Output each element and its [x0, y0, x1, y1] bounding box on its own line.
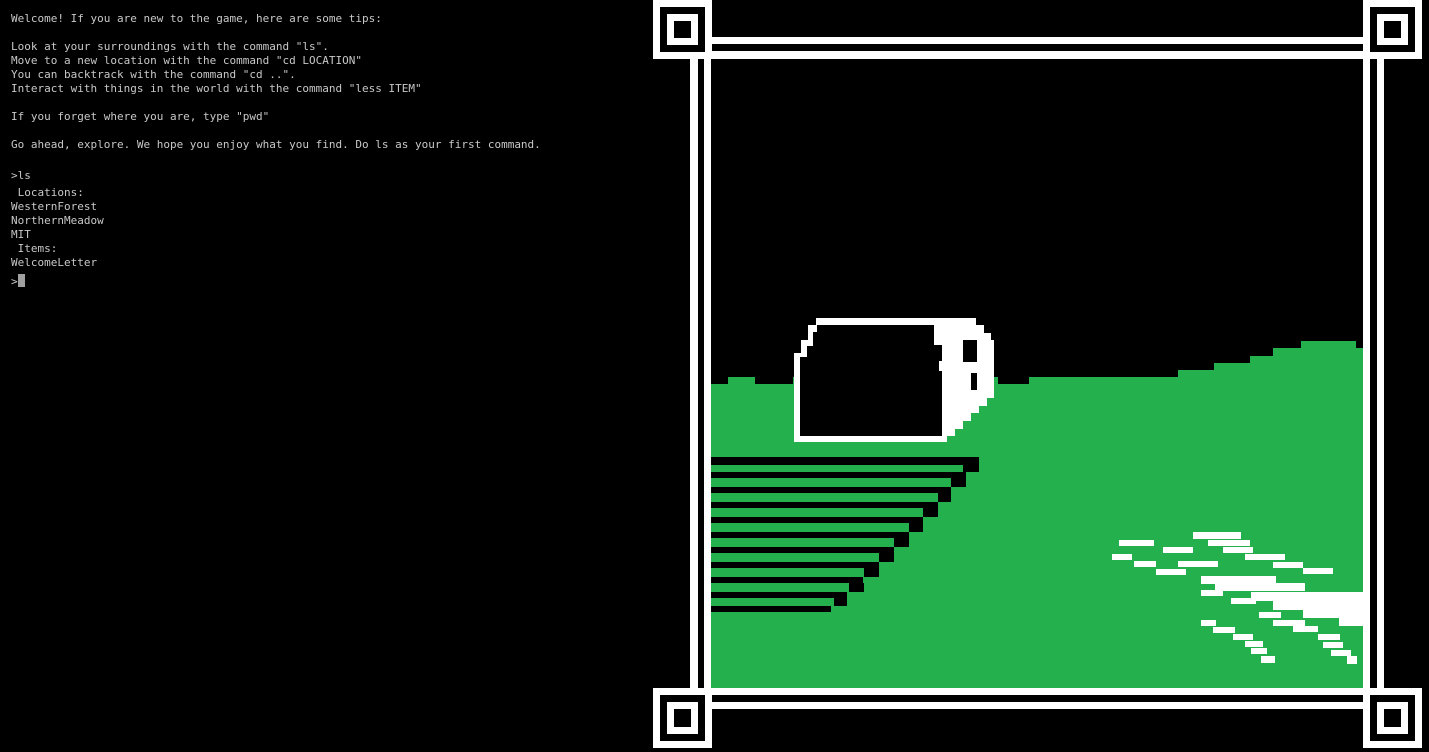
location-item: WesternForest — [11, 200, 98, 213]
prompt-symbol: > — [11, 275, 18, 288]
tip-cd-line: Move to a new location with the command … — [11, 54, 362, 67]
intro-welcome-line: Welcome! If you are new to the game, her… — [11, 12, 382, 25]
frame-corner-top-right — [1363, 0, 1422, 59]
inventory-item: WelcomeLetter — [11, 256, 98, 269]
command-echo: >ls — [11, 169, 31, 182]
locations-header: Locations: — [11, 186, 84, 199]
location-item: MIT — [11, 228, 31, 241]
tip-backtrack-line: You can backtrack with the command "cd .… — [11, 68, 296, 81]
tip-ls-line: Look at your surroundings with the comma… — [11, 40, 329, 53]
frame-corner-top-left — [653, 0, 712, 59]
items-header: Items: — [11, 242, 58, 255]
command-input[interactable]: > — [11, 274, 25, 289]
intro-explore-line: Go ahead, explore. We hope you enjoy wha… — [11, 138, 541, 151]
location-item: NorthernMeadow — [11, 214, 104, 227]
tip-pwd-line: If you forget where you are, type "pwd" — [11, 110, 270, 123]
frame-corner-bottom-right — [1363, 688, 1422, 748]
text-cursor — [17, 274, 25, 287]
scene-viewport — [653, 0, 1422, 748]
frame-corner-bottom-left — [653, 688, 712, 748]
tip-less-line: Interact with things in the world with t… — [11, 82, 422, 95]
terminal-output: Welcome! If you are new to the game, her… — [0, 0, 650, 752]
